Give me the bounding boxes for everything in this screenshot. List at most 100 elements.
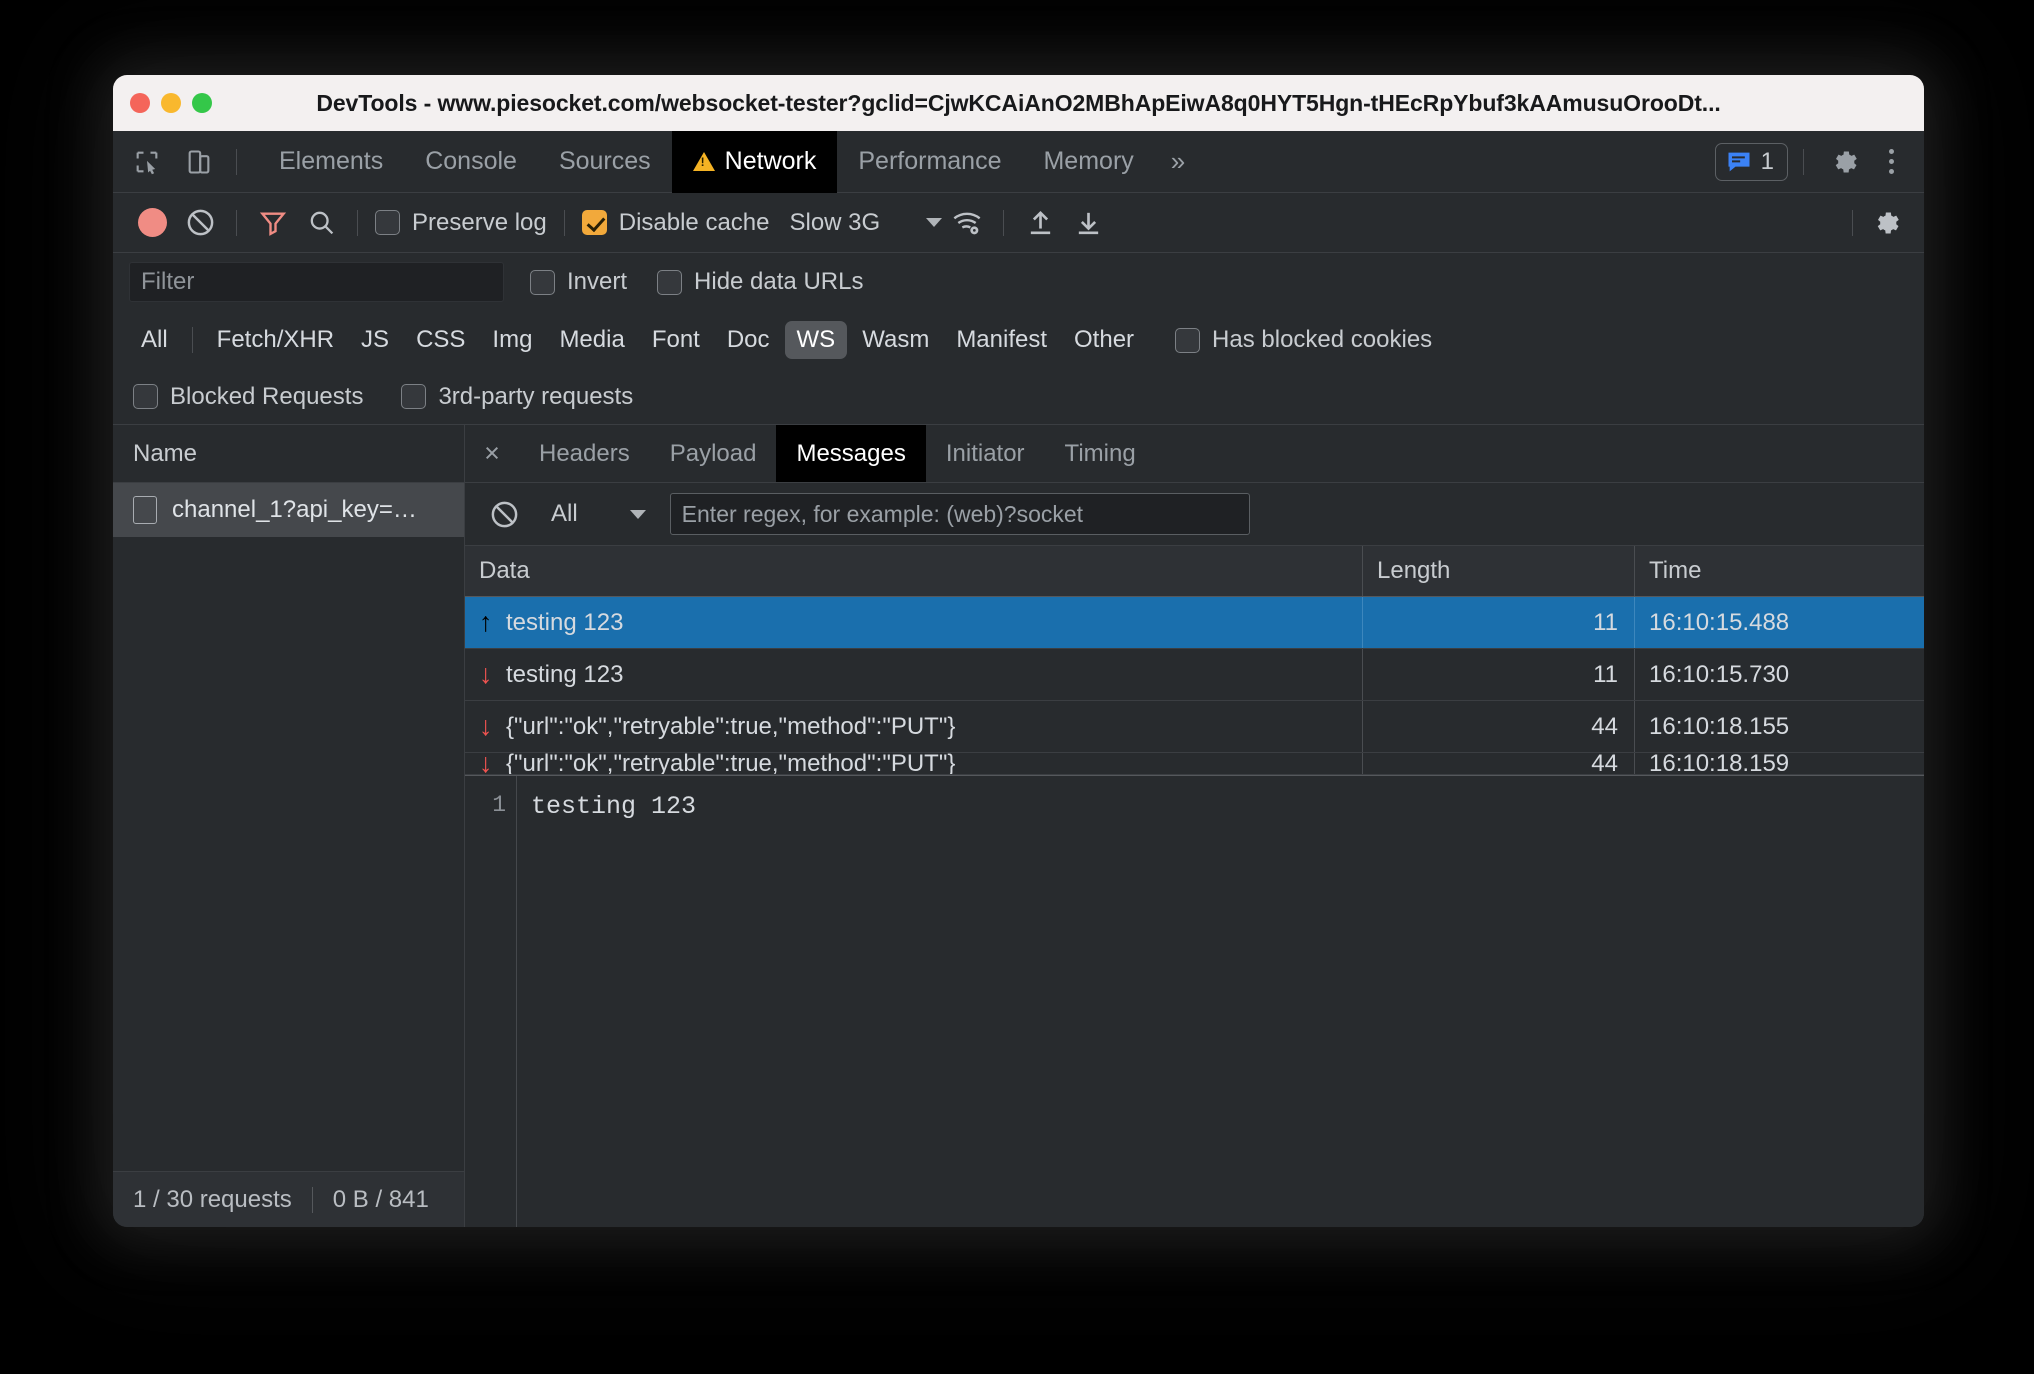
message-row-4[interactable]: ↓ {"url":"ok","retryable":true,"method":…	[465, 753, 1924, 775]
message-length-cell: 44	[1362, 701, 1634, 752]
network-toolbar-right	[1841, 200, 1924, 246]
request-list-name-column-header[interactable]: Name	[113, 425, 464, 483]
preview-content[interactable]: testing 123	[517, 776, 696, 1227]
message-type-dropdown[interactable]: All	[543, 500, 654, 528]
record-indicator-icon	[137, 208, 167, 237]
disable-cache-box-icon	[581, 210, 607, 235]
has-blocked-cookies-checkbox[interactable]: Has blocked cookies	[1171, 326, 1436, 354]
message-row-3[interactable]: ↓ {"url":"ok","retryable":true,"method":…	[465, 701, 1924, 753]
tab-network[interactable]: Network	[671, 130, 838, 193]
type-filter-fetch-xhr[interactable]: Fetch/XHR	[205, 321, 346, 359]
detail-tab-strip: × Headers Payload Messages Initiator Tim…	[465, 425, 1924, 483]
tab-performance[interactable]: Performance	[837, 131, 1022, 193]
hide-data-urls-box-icon	[657, 269, 683, 295]
message-data-text: {"url":"ok","retryable":true,"method":"P…	[506, 753, 956, 774]
type-filter-all[interactable]: All	[129, 321, 180, 359]
network-status-bar: 1 / 30 requests 0 B / 841	[113, 1171, 464, 1227]
type-filter-img[interactable]: Img	[480, 321, 544, 359]
blocked-requests-checkbox[interactable]: Blocked Requests	[129, 383, 367, 411]
message-row-2[interactable]: ↓ testing 123 11 16:10:15.730	[465, 649, 1924, 701]
network-toolbar: Preserve log Disable cache Slow 3G	[113, 193, 1924, 253]
message-time-cell: 16:10:18.159	[1634, 753, 1924, 774]
message-time-cell: 16:10:18.155	[1634, 701, 1924, 752]
type-filter-doc[interactable]: Doc	[715, 321, 782, 359]
tab-memory[interactable]: Memory	[1022, 131, 1154, 193]
third-party-requests-label: 3rd-party requests	[438, 382, 634, 410]
type-filter-js[interactable]: JS	[349, 321, 401, 359]
throttling-dropdown[interactable]: Slow 3G	[789, 209, 943, 237]
tab-console-label: Console	[425, 147, 517, 175]
console-messages-badge[interactable]: 1	[1714, 142, 1788, 181]
disable-cache-checkbox[interactable]: Disable cache	[578, 209, 774, 237]
tab-sources[interactable]: Sources	[538, 131, 672, 193]
network-settings-gear-icon[interactable]	[1864, 200, 1910, 246]
type-filter-ws[interactable]: WS	[784, 321, 848, 359]
preserve-log-checkbox[interactable]: Preserve log	[371, 209, 551, 237]
column-header-data[interactable]: Data	[465, 546, 1362, 596]
message-time-cell: 16:10:15.488	[1634, 597, 1924, 648]
message-filter-bar: All Enter regex, for example: (web)?sock…	[465, 483, 1924, 545]
message-length-cell: 11	[1362, 649, 1634, 700]
resource-type-filters: All Fetch/XHR JS CSS Img Media Font Doc …	[113, 311, 1924, 369]
type-filter-css[interactable]: CSS	[404, 321, 477, 359]
upload-har-icon[interactable]	[1017, 200, 1063, 246]
device-toolbar-icon[interactable]	[173, 140, 225, 184]
sent-arrow-icon: ↑	[479, 607, 493, 637]
preview-line-number: 1	[465, 776, 517, 1227]
type-filter-wasm[interactable]: Wasm	[850, 321, 941, 359]
search-button[interactable]	[298, 200, 344, 246]
tab-console[interactable]: Console	[404, 131, 538, 193]
received-arrow-icon: ↓	[479, 659, 493, 689]
preserve-log-box-icon	[375, 210, 400, 235]
more-tabs-chevron-icon[interactable]: »	[1155, 131, 1201, 193]
message-type-value: All	[551, 500, 578, 527]
window-title: DevTools - www.piesocket.com/websocket-t…	[316, 89, 1721, 116]
wifi-settings-icon[interactable]	[944, 200, 990, 246]
tab-timing[interactable]: Timing	[1045, 425, 1156, 482]
toolbar-divider-4	[1003, 209, 1005, 236]
toolbar-divider-2	[357, 209, 358, 236]
message-data-text: testing 123	[506, 660, 624, 688]
tab-initiator[interactable]: Initiator	[926, 425, 1045, 482]
request-row-channel-1[interactable]: channel_1?api_key=…	[113, 483, 464, 537]
invert-label: Invert	[567, 268, 628, 295]
tab-memory-label: Memory	[1043, 147, 1134, 175]
message-data-cell: ↑ testing 123	[465, 597, 1362, 648]
type-filter-divider	[191, 327, 193, 353]
filter-bar: Filter Invert Hide data URLs	[113, 253, 1924, 311]
settings-gear-icon[interactable]	[1819, 140, 1871, 184]
message-row-1[interactable]: ↑ testing 123 11 16:10:15.488	[465, 597, 1924, 649]
column-header-time[interactable]: Time	[1634, 546, 1924, 596]
close-detail-pane-icon[interactable]: ×	[465, 425, 519, 482]
type-filter-other[interactable]: Other	[1062, 321, 1146, 359]
clear-requests-button[interactable]	[177, 200, 223, 246]
filter-input[interactable]: Filter	[129, 262, 504, 302]
message-regex-input[interactable]: Enter regex, for example: (web)?socket	[669, 493, 1250, 535]
tab-elements[interactable]: Elements	[258, 131, 404, 193]
network-main-area: Name channel_1?api_key=… 1 / 30 requests…	[113, 425, 1924, 1227]
tab-messages[interactable]: Messages	[776, 425, 926, 482]
type-filter-manifest[interactable]: Manifest	[944, 321, 1059, 359]
download-har-icon[interactable]	[1065, 200, 1111, 246]
websocket-request-icon	[133, 496, 157, 524]
invert-checkbox[interactable]: Invert	[526, 268, 631, 296]
tab-elements-label: Elements	[279, 147, 384, 175]
hide-data-urls-checkbox[interactable]: Hide data URLs	[653, 268, 867, 296]
request-detail-pane: × Headers Payload Messages Initiator Tim…	[465, 425, 1924, 1227]
record-button[interactable]	[129, 200, 175, 246]
column-header-length[interactable]: Length	[1362, 546, 1634, 596]
has-blocked-cookies-label: Has blocked cookies	[1212, 326, 1433, 353]
tab-headers[interactable]: Headers	[519, 425, 650, 482]
tab-payload[interactable]: Payload	[650, 425, 777, 482]
third-party-requests-checkbox[interactable]: 3rd-party requests	[397, 383, 637, 411]
message-data-text: testing 123	[506, 608, 624, 636]
type-filter-media[interactable]: Media	[547, 321, 636, 359]
filter-toggle-button[interactable]	[250, 200, 296, 246]
transfer-size-status: 0 B / 841	[332, 1185, 429, 1213]
inspect-element-icon[interactable]	[121, 140, 173, 184]
messages-table: Data Length Time ↑ testing 123 11 16:10:…	[465, 545, 1924, 775]
more-options-icon[interactable]	[1875, 141, 1908, 182]
clear-messages-icon[interactable]	[481, 491, 527, 537]
request-list-pane: Name channel_1?api_key=… 1 / 30 requests…	[113, 425, 465, 1227]
type-filter-font[interactable]: Font	[640, 321, 712, 359]
